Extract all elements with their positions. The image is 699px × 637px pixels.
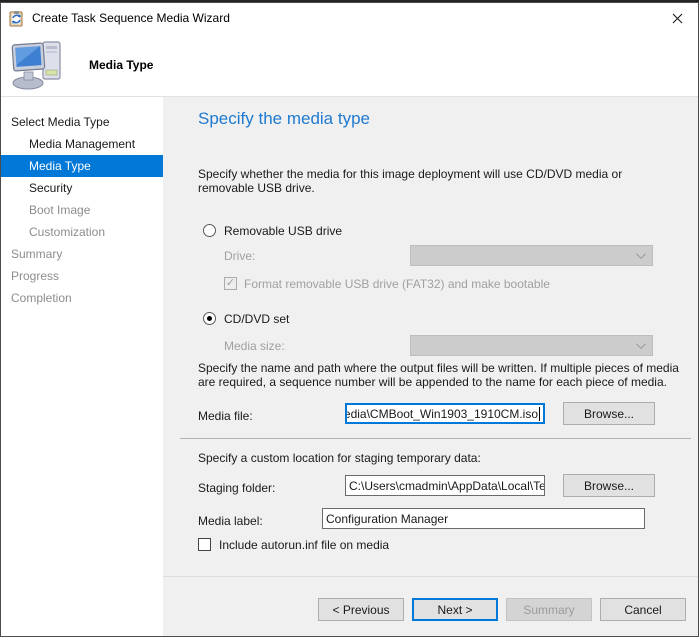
media-file-browse-button[interactable]: Browse... (563, 402, 655, 425)
sidebar-item-select-media-type: Select Media Type (1, 111, 163, 133)
wizard-header: Media Type (1, 33, 698, 97)
page-title: Specify the media type (198, 109, 370, 129)
content-panel: Specify the media type Specify whether t… (163, 97, 698, 636)
sidebar-item-summary: Summary (1, 243, 163, 265)
staging-folder-value: C:\Users\cmadmin\AppData\Local\Temp\1\ (349, 479, 545, 493)
intro-text: Specify whether the media for this image… (198, 167, 676, 195)
next-button[interactable]: Next > (412, 598, 498, 621)
chevron-down-icon (636, 339, 646, 349)
computer-icon (10, 36, 68, 94)
close-icon (672, 13, 683, 24)
usb-drive-radio-label[interactable]: Removable USB drive (224, 224, 342, 238)
staging-folder-label: Staging folder: (198, 481, 275, 495)
sidebar-item-security: Security (1, 177, 163, 199)
wizard-dialog: Create Task Sequence Media Wizard Media … (0, 2, 699, 637)
sidebar-item-customization: Customization (1, 221, 163, 243)
usb-drive-radio[interactable] (203, 224, 216, 237)
sidebar-item-media-type: Media Type (1, 155, 163, 177)
window-title: Create Task Sequence Media Wizard (32, 11, 656, 25)
media-label-label: Media label: (198, 514, 263, 528)
output-path-text: Specify the name and path where the outp… (198, 361, 690, 389)
media-size-label: Media size: (224, 339, 285, 353)
staging-text: Specify a custom location for staging te… (198, 451, 690, 465)
media-label-input[interactable]: Configuration Manager (322, 508, 645, 529)
drive-label: Drive: (224, 249, 255, 263)
page-header-title: Media Type (89, 58, 153, 72)
main-area: Select Media TypeMedia ManagementMedia T… (1, 97, 698, 636)
button-row-separator (163, 576, 698, 577)
sidebar-item-progress: Progress (1, 265, 163, 287)
task-sequence-wizard-icon (8, 10, 25, 27)
sidebar-item-media-management: Media Management (1, 133, 163, 155)
section-divider (180, 438, 691, 439)
sidebar-item-completion: Completion (1, 287, 163, 309)
title-bar: Create Task Sequence Media Wizard (1, 3, 698, 33)
media-file-input[interactable]: src\src$\BootMedia\CMBoot_Win1903_1910CM… (345, 403, 545, 424)
staging-folder-input[interactable]: C:\Users\cmadmin\AppData\Local\Temp\1\ (345, 475, 545, 496)
format-usb-checkbox: ✓ (224, 277, 237, 290)
sidebar-nav: Select Media TypeMedia ManagementMedia T… (1, 97, 163, 636)
cancel-button[interactable]: Cancel (600, 598, 686, 621)
staging-folder-browse-button[interactable]: Browse... (563, 474, 655, 497)
autorun-checkbox-label[interactable]: Include autorun.inf file on media (219, 538, 389, 552)
chevron-down-icon (636, 249, 646, 259)
autorun-checkbox[interactable] (198, 538, 211, 551)
media-label-value: Configuration Manager (326, 512, 448, 526)
sidebar-item-boot-image: Boot Image (1, 199, 163, 221)
summary-button[interactable]: Summary (506, 598, 592, 621)
format-usb-checkbox-label: Format removable USB drive (FAT32) and m… (244, 277, 550, 291)
cd-dvd-radio[interactable] (203, 312, 216, 325)
media-file-label: Media file: (198, 409, 253, 423)
cd-dvd-radio-label[interactable]: CD/DVD set (224, 312, 289, 326)
media-file-value: src\src$\BootMedia\CMBoot_Win1903_1910CM… (345, 407, 538, 421)
close-button[interactable] (656, 3, 698, 33)
text-cursor (539, 407, 540, 421)
media-size-dropdown (410, 335, 653, 356)
drive-dropdown (410, 245, 653, 266)
previous-button[interactable]: < Previous (318, 598, 404, 621)
